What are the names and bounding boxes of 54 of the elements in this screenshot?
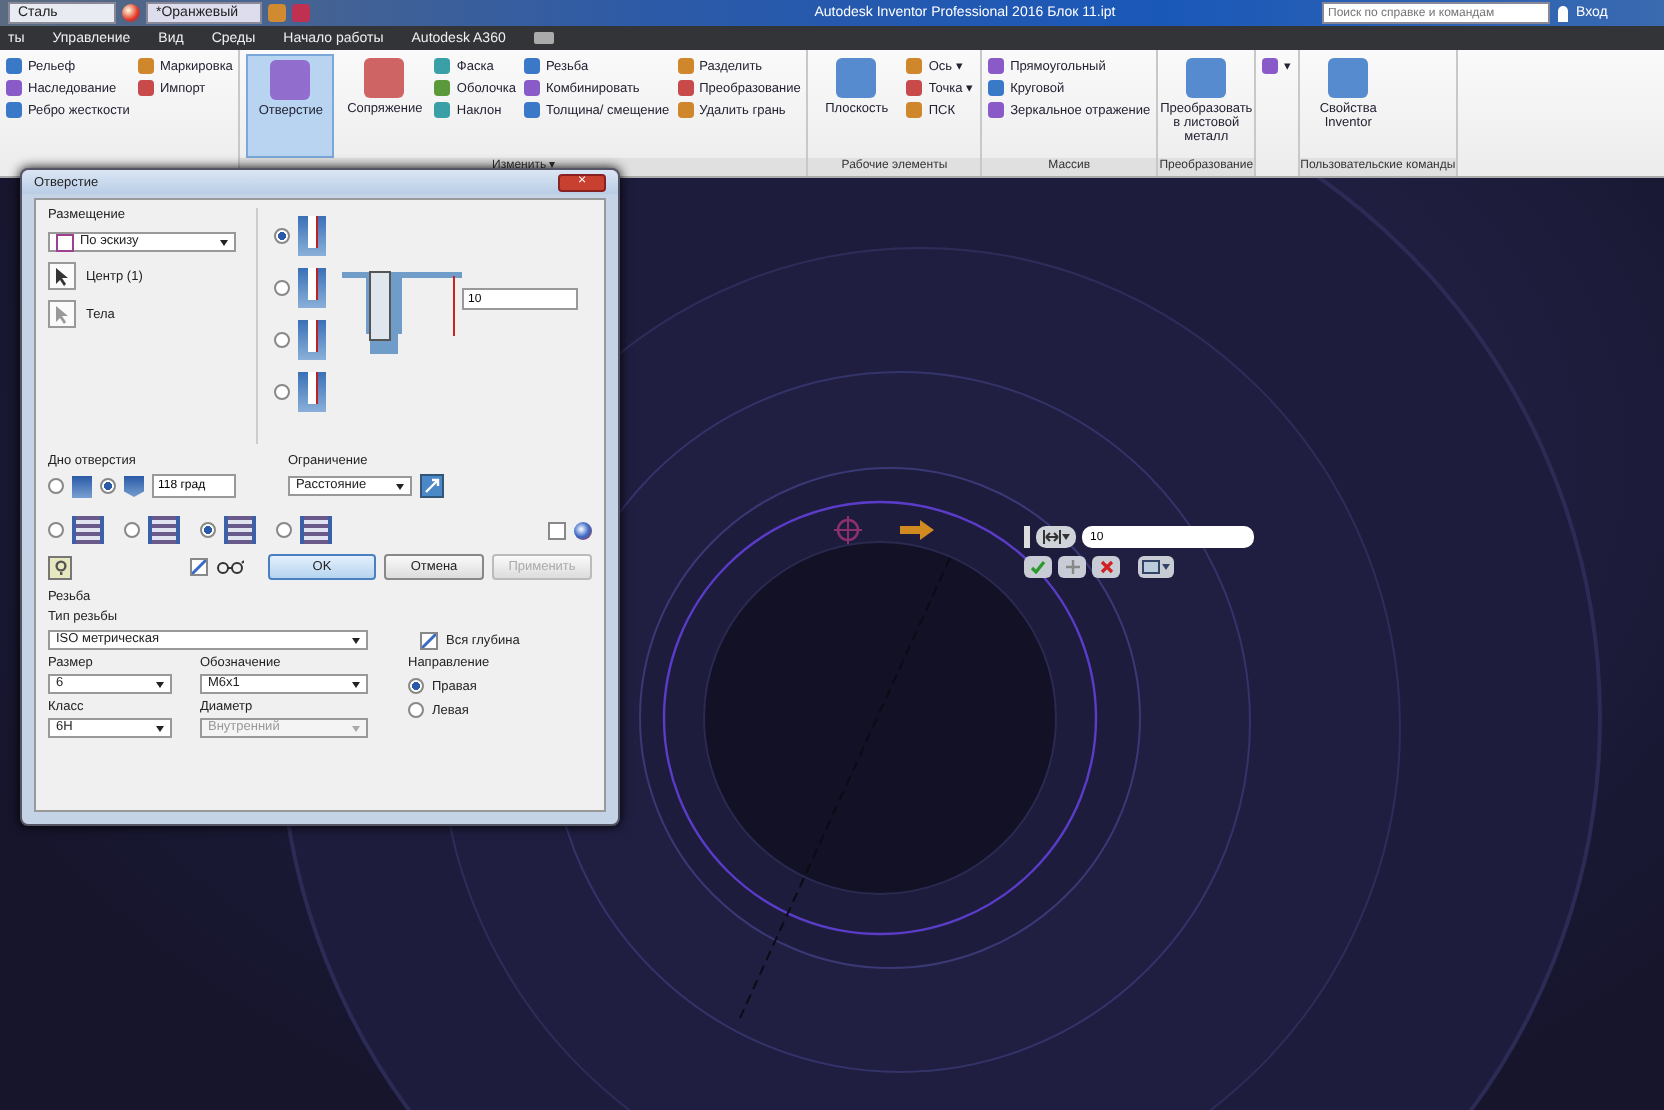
drill-point-icon <box>124 475 144 497</box>
radio-button[interactable] <box>124 522 140 538</box>
radio-button[interactable] <box>274 280 290 296</box>
checkbox[interactable] <box>190 558 208 576</box>
caret-icon <box>396 483 404 489</box>
glasses-icon <box>216 560 244 574</box>
radio-button[interactable] <box>274 332 290 348</box>
app-icon[interactable] <box>533 32 554 44</box>
caret-icon <box>220 239 228 245</box>
caret-icon <box>156 725 164 731</box>
radio-button[interactable] <box>408 678 424 694</box>
cancel-button[interactable] <box>1092 556 1120 578</box>
hole-type-icon <box>298 372 326 412</box>
dimension-type-dropdown[interactable] <box>1036 526 1076 548</box>
hole-type-icon <box>298 320 326 360</box>
add-button[interactable] <box>1058 556 1086 578</box>
radio-button[interactable] <box>200 522 216 538</box>
checkbox[interactable] <box>420 631 438 649</box>
caret-icon <box>156 681 164 687</box>
caret-icon <box>352 681 360 687</box>
flip-button[interactable] <box>420 474 444 498</box>
thread-form-icon <box>300 516 332 544</box>
sphere-icon[interactable] <box>122 4 140 22</box>
user-icon[interactable] <box>1558 5 1568 21</box>
drill-point-icon <box>72 475 92 497</box>
plus-icon <box>1065 560 1079 574</box>
radio-button[interactable] <box>48 522 64 538</box>
radio-button[interactable] <box>408 702 424 718</box>
caret-icon <box>352 725 360 731</box>
check-icon <box>1030 560 1046 574</box>
globe-icon <box>574 521 592 539</box>
hole-type-icon <box>298 268 326 308</box>
cursor-icon <box>55 267 69 285</box>
thread-form-icon <box>148 516 180 544</box>
thread-form-icon <box>224 516 256 544</box>
arrow-icon[interactable] <box>900 520 934 540</box>
checkbox[interactable] <box>548 521 566 539</box>
radio-button[interactable] <box>48 478 64 494</box>
radio-button[interactable] <box>276 522 292 538</box>
hole-type-icon <box>298 216 326 256</box>
caret-icon <box>352 637 360 643</box>
options-dropdown[interactable] <box>1138 556 1174 578</box>
radio-button[interactable] <box>274 384 290 400</box>
radio-button[interactable] <box>274 228 290 244</box>
cursor-icon <box>55 305 69 323</box>
solids-button[interactable] <box>48 300 76 328</box>
hole-center-icon <box>833 515 863 545</box>
help-button[interactable] <box>48 555 72 579</box>
close-icon <box>1099 560 1113 574</box>
thread-form-icon <box>72 516 104 544</box>
radio-button[interactable] <box>100 478 116 494</box>
apply-button[interactable] <box>1024 556 1052 578</box>
centers-button[interactable] <box>48 262 76 290</box>
grip-handle[interactable] <box>1024 526 1030 548</box>
